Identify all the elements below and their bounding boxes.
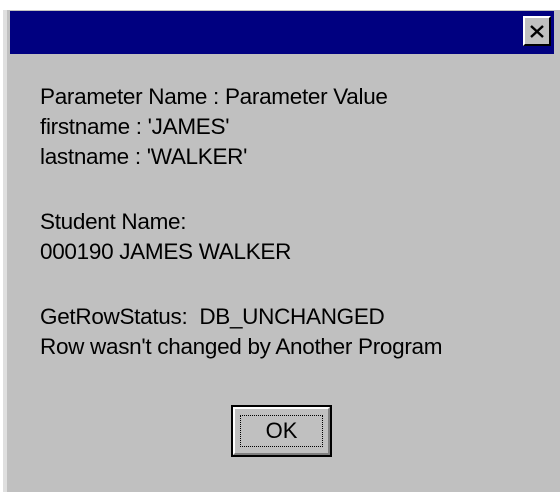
ok-button-label: OK bbox=[265, 417, 298, 443]
firstname-line: firstname : 'JAMES' bbox=[40, 114, 230, 139]
close-button[interactable] bbox=[523, 16, 551, 46]
message-dialog: Parameter Name : Parameter Value firstna… bbox=[0, 0, 560, 492]
lastname-line: lastname : 'WALKER' bbox=[40, 144, 248, 169]
message-body: Parameter Name : Parameter Value firstna… bbox=[40, 82, 442, 362]
ok-button[interactable]: OK bbox=[231, 405, 332, 457]
dialog-top-edge bbox=[0, 0, 560, 10]
close-x-icon bbox=[530, 24, 544, 38]
title-bar[interactable] bbox=[10, 11, 554, 54]
param-header-line: Parameter Name : Parameter Value bbox=[40, 84, 388, 109]
ok-focus-rect: OK bbox=[240, 415, 323, 447]
row-status-message: Row wasn't changed by Another Program bbox=[40, 334, 443, 359]
dialog-left-bevel bbox=[3, 10, 7, 492]
student-name-value: 000190 JAMES WALKER bbox=[40, 239, 292, 264]
row-status-line: GetRowStatus: DB_UNCHANGED bbox=[40, 304, 385, 329]
student-name-label: Student Name: bbox=[40, 209, 187, 234]
